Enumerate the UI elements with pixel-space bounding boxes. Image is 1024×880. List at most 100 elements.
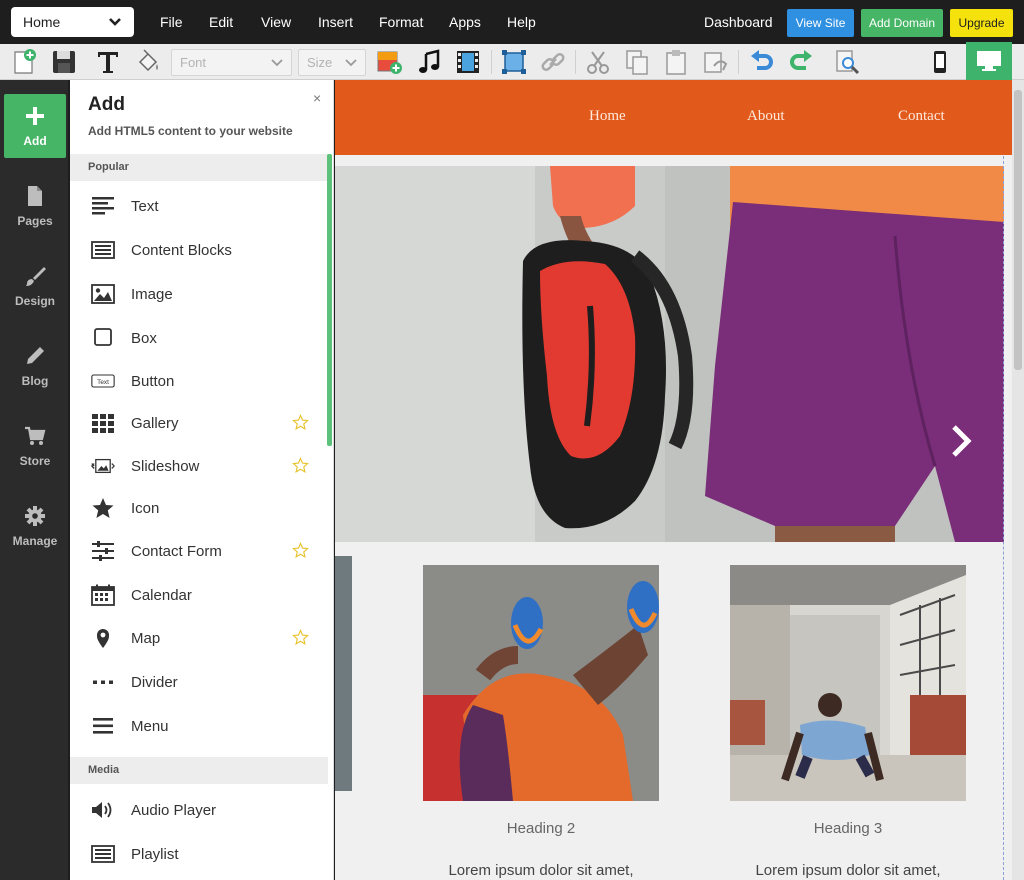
shopping-cart-icon: [25, 426, 46, 445]
view-site-button[interactable]: View Site: [787, 9, 854, 37]
font-select[interactable]: Font: [171, 49, 292, 76]
pencil-icon: [27, 346, 44, 364]
chevron-down-icon: [109, 18, 121, 26]
slideshow-icon: [89, 454, 117, 478]
paste-button[interactable]: [661, 47, 691, 77]
rail-item-design[interactable]: Design: [4, 254, 66, 318]
fill-color-button[interactable]: [133, 47, 163, 77]
add-item-label: Content Blocks: [131, 241, 232, 259]
chevron-right-icon[interactable]: [946, 421, 976, 461]
add-item-label: Gallery: [131, 414, 179, 432]
website-builder: Home File Edit View Insert Format Apps H…: [0, 0, 1024, 880]
add-item-divider[interactable]: Divider: [70, 664, 328, 700]
add-item-box[interactable]: Box: [70, 320, 328, 356]
music-note-icon: [419, 49, 440, 73]
cut-button[interactable]: [583, 47, 613, 77]
preview-scrollbar-thumb[interactable]: [1014, 90, 1022, 370]
rail-item-label: Pages: [17, 213, 53, 228]
rail-item-add[interactable]: Add: [4, 94, 66, 158]
insert-audio-button[interactable]: [414, 47, 444, 77]
add-item-map[interactable]: Map: [70, 620, 328, 656]
page-select[interactable]: Home: [11, 7, 134, 37]
upgrade-button[interactable]: Upgrade: [950, 9, 1013, 37]
add-item-playlist[interactable]: Playlist: [70, 836, 328, 872]
text-tool-button[interactable]: [93, 47, 123, 77]
insert-video-button[interactable]: [453, 47, 483, 77]
menu-help[interactable]: Help: [507, 0, 536, 44]
preview-scrollbar[interactable]: [1012, 80, 1024, 880]
insert-image-button[interactable]: [374, 47, 404, 77]
paintbrush-icon: [26, 266, 46, 286]
box-select-icon: [502, 50, 526, 74]
desktop-view-button[interactable]: [966, 42, 1012, 80]
mobile-view-button[interactable]: [925, 47, 955, 77]
add-item-label: Slideshow: [131, 457, 200, 475]
gallery-image-2[interactable]: [730, 565, 966, 801]
site-nav: Home About Contact: [335, 80, 1024, 155]
paste-special-icon: [704, 52, 728, 73]
undo-button[interactable]: [747, 47, 777, 77]
panel-scrollbar[interactable]: [327, 154, 332, 446]
magnifier-icon: [836, 50, 860, 75]
dashboard-link[interactable]: Dashboard: [704, 0, 773, 45]
add-item-slideshow[interactable]: Slideshow: [70, 448, 328, 484]
shoes-photo: [423, 565, 659, 801]
button-icon: Text: [89, 369, 117, 393]
divider-icon: [89, 670, 117, 694]
hero-slideshow[interactable]: [335, 166, 1004, 542]
rail-item-blog[interactable]: Blog: [4, 334, 66, 398]
gear-icon: [25, 505, 45, 526]
gallery-heading-2: Heading 3: [813, 820, 883, 837]
film-strip-icon: [457, 51, 479, 73]
add-item-icon[interactable]: Icon: [70, 490, 328, 526]
copy-button[interactable]: [622, 47, 652, 77]
new-page-button[interactable]: [9, 47, 39, 77]
insert-link-button[interactable]: [538, 47, 568, 77]
add-item-calendar[interactable]: Calendar: [70, 577, 328, 613]
redo-button[interactable]: [786, 47, 816, 77]
add-item-contact-form[interactable]: Contact Form: [70, 533, 328, 569]
add-item-audio-player[interactable]: Audio Player: [70, 792, 328, 828]
add-item-gallery[interactable]: Gallery: [70, 405, 328, 441]
menu-apps[interactable]: Apps: [449, 0, 481, 44]
add-item-label: Menu: [131, 717, 169, 735]
paste-special-button[interactable]: [700, 47, 730, 77]
add-item-text[interactable]: Text: [70, 188, 328, 224]
preview-button[interactable]: [832, 47, 862, 77]
site-nav-about[interactable]: About: [747, 108, 785, 125]
favorite-star-icon[interactable]: [292, 457, 309, 474]
close-icon[interactable]: ×: [313, 90, 321, 106]
menubar: Home File Edit View Insert Format Apps H…: [0, 0, 1024, 44]
site-nav-home[interactable]: Home: [589, 108, 626, 125]
rail-item-store[interactable]: Store: [4, 414, 66, 478]
menu-insert[interactable]: Insert: [318, 0, 353, 44]
size-select[interactable]: Size: [298, 49, 366, 76]
menu-view[interactable]: View: [261, 0, 291, 44]
add-item-menu[interactable]: Menu: [70, 708, 328, 744]
add-item-content-blocks[interactable]: Content Blocks: [70, 232, 328, 268]
add-item-image[interactable]: Image: [70, 276, 328, 312]
add-domain-button[interactable]: Add Domain: [861, 9, 943, 37]
floppy-disk-icon: [53, 51, 75, 73]
left-rail: Add Pages Design Blog Store Manage: [0, 80, 68, 880]
add-item-label: Divider: [131, 673, 178, 691]
add-item-label: Contact Form: [131, 542, 222, 560]
favorite-star-icon[interactable]: [292, 542, 309, 559]
rail-item-pages[interactable]: Pages: [4, 174, 66, 238]
save-button[interactable]: [49, 47, 79, 77]
menu-format[interactable]: Format: [379, 0, 423, 44]
site-nav-contact[interactable]: Contact: [898, 108, 945, 125]
size-select-value: Size: [307, 55, 333, 70]
menu-edit[interactable]: Edit: [209, 0, 233, 44]
favorite-star-icon[interactable]: [292, 629, 309, 646]
insert-box-button[interactable]: [499, 47, 529, 77]
menu-file[interactable]: File: [160, 0, 183, 44]
page-icon: [28, 185, 42, 206]
site-preview: Home About Contact Heading 2 Heading 3 L…: [335, 80, 1024, 880]
rail-item-manage[interactable]: Manage: [4, 494, 66, 558]
star-icon: [89, 496, 117, 520]
add-item-label: Button: [131, 372, 175, 390]
gallery-image-1[interactable]: [423, 565, 659, 801]
favorite-star-icon[interactable]: [292, 414, 309, 431]
add-item-button[interactable]: Text Button: [70, 363, 328, 399]
